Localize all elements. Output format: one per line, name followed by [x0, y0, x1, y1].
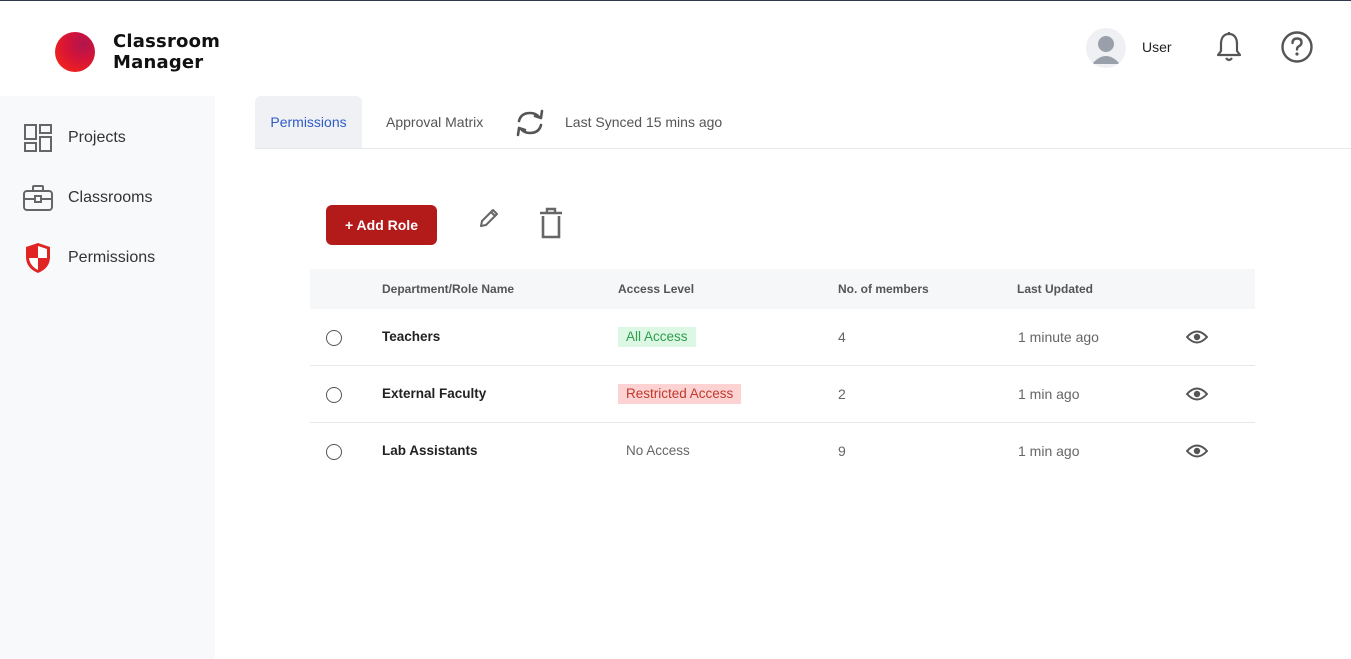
row-select-radio[interactable] — [326, 444, 342, 460]
row-select-radio[interactable] — [326, 387, 342, 403]
app-name-line1: Classroom — [113, 31, 221, 52]
app-name: Classroom Manager — [113, 31, 220, 73]
eye-icon[interactable] — [1186, 328, 1208, 346]
avatar[interactable] — [1086, 28, 1126, 68]
last-synced-text: Last Synced 15 mins ago — [565, 114, 723, 130]
table-row[interactable]: Teachers All Access 4 1 minute ago — [310, 309, 1255, 366]
user-silhouette-icon — [1092, 36, 1120, 64]
role-name: Teachers — [382, 329, 441, 344]
eye-icon[interactable] — [1186, 385, 1208, 403]
briefcase-icon — [22, 182, 54, 214]
sync-icon[interactable] — [513, 108, 547, 138]
bell-icon[interactable] — [1214, 31, 1244, 63]
role-name: Lab Assistants — [382, 443, 478, 458]
sidebar-item-label: Projects — [68, 129, 126, 146]
column-header-access[interactable]: Access Level — [618, 282, 694, 296]
role-name: External Faculty — [382, 386, 487, 401]
member-count: 9 — [838, 443, 846, 459]
table-row[interactable]: Lab Assistants No Access 9 1 min ago — [310, 423, 1255, 480]
sidebar-item-classrooms[interactable]: Classrooms — [22, 182, 152, 214]
dashboard-grid-icon — [22, 122, 54, 154]
help-icon[interactable] — [1280, 30, 1314, 64]
access-badge: Restricted Access — [618, 384, 742, 404]
trash-icon[interactable] — [536, 207, 566, 239]
access-badge: All Access — [618, 327, 696, 347]
app-logo — [55, 32, 95, 72]
last-updated: 1 min ago — [1018, 386, 1080, 402]
sidebar: Projects Classrooms Permissions — [0, 96, 215, 659]
user-name[interactable]: User — [1142, 39, 1172, 55]
column-header-name[interactable]: Department/Role Name — [382, 282, 514, 296]
tab-permissions[interactable]: Permissions — [255, 96, 362, 148]
tab-bar: Permissions Approval Matrix Last Synced … — [255, 96, 1351, 149]
member-count: 2 — [838, 386, 846, 402]
sidebar-item-label: Classrooms — [68, 189, 153, 206]
column-header-members[interactable]: No. of members — [838, 282, 929, 296]
last-updated: 1 minute ago — [1018, 329, 1099, 345]
table-row[interactable]: External Faculty Restricted Access 2 1 m… — [310, 366, 1255, 423]
column-header-updated[interactable]: Last Updated — [1017, 282, 1093, 296]
table-header: Department/Role Name Access Level No. of… — [310, 269, 1255, 309]
shield-icon — [22, 242, 54, 274]
row-select-radio[interactable] — [326, 330, 342, 346]
last-updated: 1 min ago — [1018, 443, 1080, 459]
sidebar-item-projects[interactable]: Projects — [22, 122, 126, 154]
sidebar-item-label: Permissions — [68, 249, 156, 266]
eye-icon[interactable] — [1186, 442, 1208, 460]
app-name-line2: Manager — [113, 52, 204, 73]
add-role-button[interactable]: + Add Role — [326, 205, 437, 245]
pencil-icon[interactable] — [476, 205, 502, 231]
sidebar-item-permissions[interactable]: Permissions — [22, 242, 155, 274]
member-count: 4 — [838, 329, 846, 345]
tab-approval-matrix[interactable]: Approval Matrix — [386, 96, 483, 148]
roles-table: Department/Role Name Access Level No. of… — [310, 269, 1255, 480]
access-badge: No Access — [626, 443, 690, 458]
